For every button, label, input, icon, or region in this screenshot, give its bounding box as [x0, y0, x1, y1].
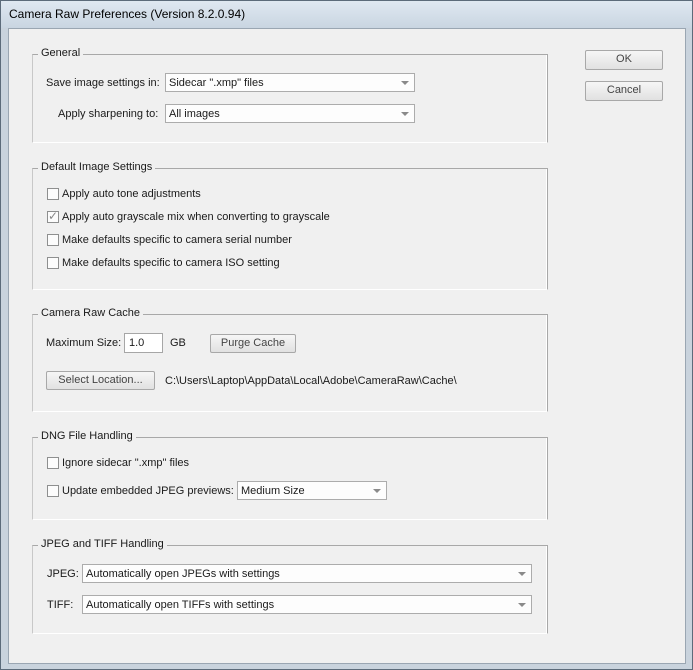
camera-raw-cache-group: Camera Raw Cache	[32, 307, 548, 412]
select-location-label: Select Location...	[58, 374, 143, 386]
preview-size-select[interactable]: Medium Size	[237, 481, 387, 500]
chevron-down-icon	[401, 81, 409, 85]
preferences-window: Camera Raw Preferences (Version 8.2.0.94…	[0, 0, 693, 670]
camera-raw-cache-frame	[32, 314, 548, 412]
default-image-settings-group: Default Image Settings	[32, 161, 548, 290]
default-image-settings-frame	[32, 168, 548, 290]
maximum-size-input[interactable]: 1.0	[124, 333, 163, 353]
iso-setting-label: Make defaults specific to camera ISO set…	[62, 257, 280, 269]
ignore-sidecar-checkbox[interactable]	[47, 457, 59, 469]
title-bar[interactable]: Camera Raw Preferences (Version 8.2.0.94…	[1, 1, 692, 28]
jpeg-handling-select[interactable]: Automatically open JPEGs with settings	[82, 564, 532, 583]
general-legend: General	[38, 47, 84, 59]
size-unit-label: GB	[170, 337, 186, 349]
sharpening-select[interactable]: All images	[165, 104, 415, 123]
save-settings-select[interactable]: Sidecar ".xmp" files	[165, 73, 415, 92]
preview-size-value: Medium Size	[241, 485, 305, 497]
save-settings-label: Save image settings in:	[46, 77, 160, 89]
dng-file-handling-legend: DNG File Handling	[38, 430, 136, 442]
update-previews-label: Update embedded JPEG previews:	[62, 485, 234, 497]
iso-setting-checkbox[interactable]	[47, 257, 59, 269]
serial-number-label: Make defaults specific to camera serial …	[62, 234, 292, 246]
cache-path-text: C:\Users\Laptop\AppData\Local\Adobe\Came…	[165, 375, 457, 387]
maximum-size-label: Maximum Size:	[46, 337, 122, 349]
tiff-label: TIFF:	[47, 599, 74, 611]
dng-file-handling-frame	[32, 437, 548, 520]
cancel-button[interactable]: Cancel	[585, 81, 663, 101]
auto-grayscale-checkbox[interactable]: ✓	[47, 209, 59, 223]
tiff-handling-value: Automatically open TIFFs with settings	[86, 599, 275, 611]
auto-grayscale-label: Apply auto grayscale mix when converting…	[62, 211, 330, 223]
sharpening-value: All images	[169, 108, 220, 120]
ignore-sidecar-label: Ignore sidecar ".xmp" files	[62, 457, 190, 469]
sharpening-label: Apply sharpening to:	[58, 108, 159, 120]
select-location-button[interactable]: Select Location...	[46, 371, 155, 390]
purge-cache-label: Purge Cache	[220, 337, 286, 349]
serial-number-checkbox[interactable]	[47, 234, 59, 246]
chevron-down-icon	[373, 489, 381, 493]
auto-tone-label: Apply auto tone adjustments	[62, 188, 201, 200]
cancel-button-label: Cancel	[606, 84, 642, 96]
checkmark-icon: ✓	[48, 209, 59, 223]
update-previews-checkbox[interactable]	[47, 485, 59, 497]
maximum-size-value: 1.0	[129, 337, 145, 349]
jpeg-handling-value: Automatically open JPEGs with settings	[86, 568, 280, 580]
tiff-handling-select[interactable]: Automatically open TIFFs with settings	[82, 595, 532, 614]
dng-file-handling-group: DNG File Handling	[32, 430, 548, 520]
ok-button[interactable]: OK	[585, 50, 663, 70]
purge-cache-button[interactable]: Purge Cache	[210, 334, 296, 353]
chevron-down-icon	[401, 112, 409, 116]
jpeg-tiff-handling-legend: JPEG and TIFF Handling	[38, 538, 167, 550]
jpeg-tiff-handling-frame	[32, 545, 548, 634]
dialog-body: OK Cancel General Save image settings in…	[8, 28, 686, 664]
chevron-down-icon	[518, 572, 526, 576]
default-image-settings-legend: Default Image Settings	[38, 161, 156, 173]
window-title: Camera Raw Preferences (Version 8.2.0.94…	[9, 7, 246, 21]
general-group: General	[32, 47, 548, 143]
camera-raw-cache-legend: Camera Raw Cache	[38, 307, 144, 319]
jpeg-tiff-handling-group: JPEG and TIFF Handling	[32, 538, 548, 634]
chevron-down-icon	[518, 603, 526, 607]
general-frame	[32, 54, 548, 143]
auto-tone-checkbox[interactable]	[47, 188, 59, 200]
jpeg-label: JPEG:	[47, 568, 79, 580]
ok-button-label: OK	[616, 53, 632, 65]
save-settings-value: Sidecar ".xmp" files	[169, 77, 264, 89]
